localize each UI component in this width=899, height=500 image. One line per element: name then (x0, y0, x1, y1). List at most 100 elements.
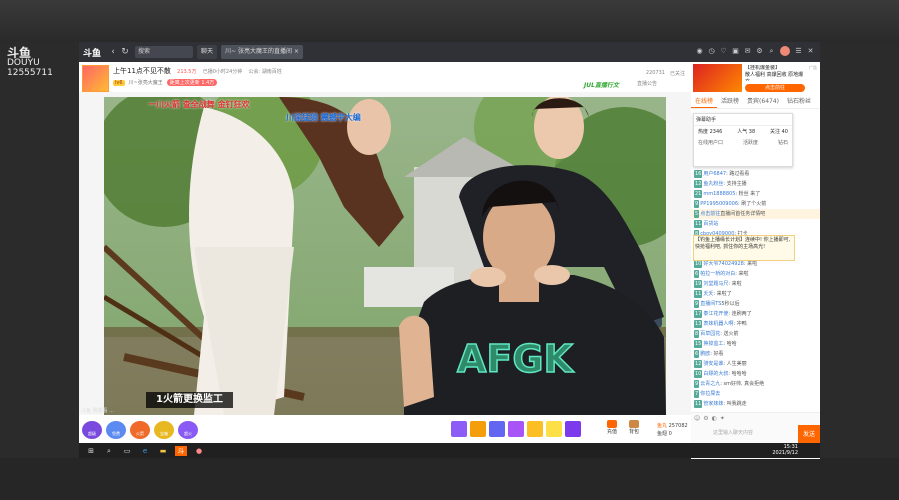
chat-username[interactable]: 点击前往 (700, 211, 720, 217)
chat-message: 12 鱼丸粉丝: 支持主播 (691, 179, 820, 189)
user-level-badge: 15 (694, 340, 703, 348)
chat-message: 11 夭夭: 来啦了 (691, 289, 820, 299)
menu-icon[interactable]: ☰ (795, 47, 802, 55)
avatar[interactable] (780, 46, 790, 56)
close-icon[interactable]: ✕ (807, 47, 814, 55)
chat-username[interactable]: 好大爷74024928 (703, 261, 743, 267)
anchor-name[interactable]: 川~张亮大魔王 (129, 79, 163, 86)
chat-username[interactable]: 泰江花开使 (703, 311, 728, 317)
chat-username[interactable]: mm1888805 (703, 191, 735, 197)
chat-message: 8 百草园花: 送火箭 (691, 329, 820, 339)
chat-username[interactable]: 骑安是谁 (703, 361, 723, 367)
gift-icon[interactable] (508, 421, 524, 437)
chat-text: : 来啦 (728, 281, 742, 287)
chat-username[interactable]: 刘堂题马尺 (703, 281, 728, 287)
gift-icon[interactable] (565, 421, 581, 437)
folder-icon[interactable]: ▬ (157, 446, 169, 456)
ad-button[interactable]: 点击前往 (745, 84, 805, 92)
record-icon[interactable]: ◉ (696, 47, 703, 55)
window-controls: ◉ ◷ ♡ ▣ ✉ ⚙ ⌕ ☰ ✕ (696, 46, 814, 56)
gift-icon[interactable] (451, 421, 467, 437)
gift-item-rocket[interactable]: 火箭 (130, 421, 150, 439)
chat-username[interactable]: 用户6847 (703, 171, 726, 177)
chat-username[interactable]: 白嫖的大叔 (703, 371, 728, 377)
douyu-app-icon[interactable]: 斗 (175, 445, 187, 456)
tab-active-rank[interactable]: 活跃榜 (717, 96, 743, 108)
user-level-badge: 16 (694, 170, 703, 178)
edge-icon[interactable]: e (139, 446, 151, 456)
chat-input[interactable]: 这里输入聊天内容 (713, 427, 793, 439)
overlay-right-text: 川渝猛猿 震撼宇大编 (286, 113, 361, 122)
update-pill[interactable]: 距离上次更新 1.4万 (166, 79, 218, 86)
chat-username[interactable]: 鱼丸粉丝 (703, 181, 723, 187)
backpack-button[interactable]: 背包 (629, 420, 639, 435)
settings-icon[interactable]: ⚙ (703, 415, 708, 422)
gift-item-superfire[interactable]: 超火 (178, 421, 198, 439)
chat-username[interactable]: 云青之九 (700, 381, 720, 387)
popup-tab-diamond[interactable]: 钻石 (778, 139, 788, 146)
app-logo[interactable]: 斗鱼 (83, 46, 107, 59)
chat-message: 19 刘堂题马尺: 来啦 (691, 279, 820, 289)
gift-icon[interactable] (527, 421, 543, 437)
gear-icon[interactable]: ⚙ (756, 47, 763, 55)
send-button[interactable]: 发送 (798, 425, 820, 445)
popup-tab-activity[interactable]: 活跃度 (743, 139, 758, 146)
search-input[interactable]: 搜索 (135, 46, 193, 58)
chat-username[interactable]: 换掉监工 (703, 341, 723, 347)
chat-username[interactable]: 你拉屎去 (700, 391, 720, 397)
announcement-link[interactable]: 直播公告 (637, 80, 657, 87)
user-level-badge: 19 (694, 280, 703, 288)
ad-banner[interactable]: 广告 【挂机爆金装】散人福利 高爆回收 原地爆充... 点击前往 (691, 62, 820, 94)
chat-message: 9 PP1995009006: 刷了个火箭 (691, 199, 820, 209)
clock-icon[interactable]: ◷ (708, 47, 715, 55)
chat-username[interactable]: PP1995009006 (700, 201, 738, 207)
gift-icon[interactable] (546, 421, 562, 437)
search-taskbar-icon[interactable]: ⌕ (103, 446, 115, 456)
chat-username[interactable]: 百货站 (703, 221, 718, 227)
heart-icon[interactable]: ♡ (720, 47, 727, 55)
follow-button[interactable]: 已关注 (670, 70, 685, 77)
tab-chat[interactable]: 聊天 (197, 45, 218, 59)
gift-item-super[interactable]: 超级 (82, 421, 102, 439)
emoji-icon[interactable]: ☺ (694, 415, 700, 422)
chat-list[interactable]: 16 用户6847: 路过看看 12 鱼丸粉丝: 支持主播 21 mm1888805: 粉… (691, 109, 820, 409)
refresh-icon[interactable]: ↻ (119, 47, 131, 57)
taskbar-clock[interactable]: 15:31 2021/9/12 (772, 444, 798, 456)
chat-username[interactable]: 鹏欧 (700, 351, 710, 357)
task-view-icon[interactable]: ▭ (121, 446, 133, 456)
chat-username[interactable]: 百草园花 (700, 331, 720, 337)
tab-vip[interactable]: 贵宾(6474) (743, 96, 783, 108)
gift-icon[interactable] (470, 421, 486, 437)
tab-diamond-fans[interactable]: 钻石粉丝 (783, 96, 815, 108)
chat-username[interactable]: 表妹机器人啊 (703, 321, 733, 327)
chat-username[interactable]: 直播间TS (700, 301, 721, 307)
user-level-badge: 11 (694, 400, 703, 408)
popup-tab-online[interactable]: 在线用户口 (698, 139, 723, 146)
fire-value: 257082 (668, 423, 688, 429)
gift-small-icon[interactable]: ✦ (720, 415, 725, 422)
chat-username[interactable]: 夭夭 (703, 291, 713, 297)
app-icon[interactable]: ● (193, 446, 205, 456)
shield-icon[interactable]: ▣ (732, 47, 739, 55)
tab-online-rank[interactable]: 在线榜 (691, 96, 718, 108)
tab-live-room[interactable]: 川~ 张亮大魔王的直播间 × (221, 45, 303, 59)
back-icon[interactable]: ‹ (107, 47, 119, 57)
gift-icon[interactable]: ✉ (744, 47, 751, 55)
gift-item-box[interactable]: 宝箱 (154, 421, 174, 439)
search-icon[interactable]: ⌕ (768, 47, 775, 56)
color-icon[interactable]: ◐ (712, 415, 717, 422)
chat-username[interactable]: 管家妹妹 (703, 401, 723, 407)
windows-start-icon[interactable]: ⊞ (85, 446, 97, 456)
yuchi-value: 0 (668, 431, 672, 437)
notice-banner[interactable]: 【钓鱼上播缘长计划】连续中! 你上播即可, 快抢福利吧, 抓住你的主场高光! (693, 235, 795, 261)
chat-username[interactable]: 帕拉一桥的对白 (700, 271, 735, 277)
room-line2: lv6 川~张亮大魔王 距离上次更新 1.4万 (113, 79, 218, 86)
chat-message: 12 骑安是谁: 人生美丽 (691, 359, 820, 369)
user-level-badge: 10 (694, 370, 703, 378)
gift-item-free[interactable]: 免费 (106, 421, 126, 439)
anchor-avatar[interactable] (82, 65, 109, 92)
gift-icon[interactable] (489, 421, 505, 437)
video-player[interactable]: AFGK 一川火箭 查全战舞 金钉狂欢 川渝猛猿 震撼宇大编 1火箭更换监工 (104, 97, 666, 415)
charge-button[interactable]: 充值 (607, 420, 617, 435)
room-duration: 已播0小时24分钟 (202, 69, 243, 75)
